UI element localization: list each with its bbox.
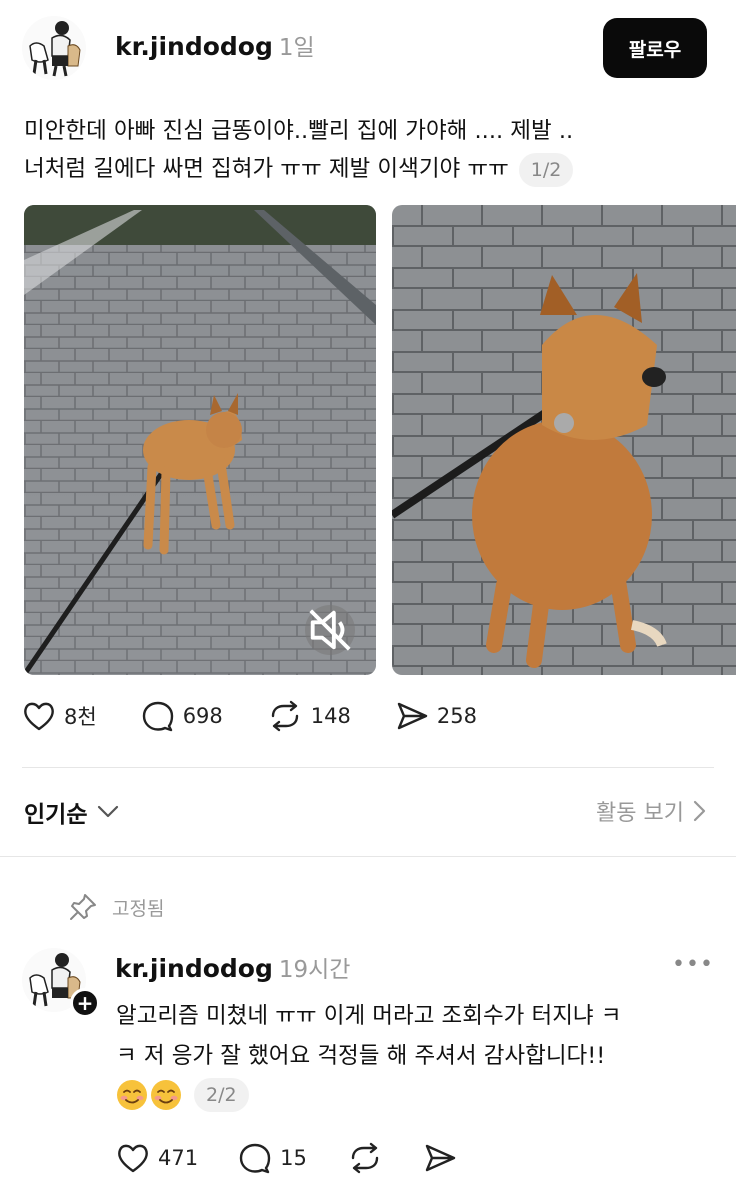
section-divider [0,856,736,857]
mute-icon [309,609,351,651]
smiling-face-emoji-icon [151,1080,181,1110]
page-counter: 1/2 [518,152,574,187]
reply-body: 알고리즘 미쳤네 ㅠㅠ 이게 머라고 조회수가 터지냐 ㅋ ㅋ 저 응가 잘 했… [116,996,716,1112]
divider [22,767,714,768]
heart-icon [118,1144,148,1173]
post-video-dog-walkway[interactable] [24,205,376,675]
reply-repost-button[interactable] [347,1142,383,1174]
post-text-line: 미안한데 아빠 진심 급똥이야..빨리 집에 가야해 .... 제발 .. [24,118,574,144]
post-image-dog-closeup[interactable] [392,205,736,675]
repost-icon [271,700,298,732]
repost-icon [351,1142,379,1174]
post-timestamp: 1일 [278,35,315,61]
activity-label: 활동 보기 [596,801,684,826]
post-text-line: 너처럼 길에다 싸면 집혀가 ㅠㅠ 제발 이색기야 ㅠㅠ 1/2 [24,150,714,188]
repost-count: 148 [310,704,351,728]
comment-button[interactable]: 698 [141,700,223,732]
reply-like-button[interactable]: 471 [116,1142,198,1174]
avatar-illustration-icon [22,16,86,80]
reply-like-count: 471 [158,1146,199,1170]
pin-icon [70,894,96,920]
reply-header: kr.jindodog 19시간 [115,950,350,984]
send-icon [397,702,428,730]
post-body: 미안한데 아빠 진심 급똥이야..빨리 집에 가야해 .... 제발 .. 너처… [24,112,714,188]
reply-avatar-group: + [22,948,102,1024]
reply-text-line: ㅋ 저 응가 잘 했어요 걱정들 해 주셔서 감사합니다!! [116,1043,606,1069]
like-count: 8천 [64,705,97,729]
comment-count: 698 [182,704,223,728]
share-count: 258 [436,704,477,728]
smiling-face-emoji-icon [117,1080,147,1110]
pinned-indicator: 고정됨 [68,892,164,922]
dog-closeup-image [392,205,736,675]
pinned-label: 고정됨 [112,897,165,920]
reply-username[interactable]: kr.jindodog [115,954,273,983]
reply-text-line: 알고리즘 미쳤네 ㅠㅠ 이게 머라고 조회수가 터지냐 ㅋ [116,1003,622,1029]
chevron-down-icon [98,805,119,818]
comment-icon [142,701,173,732]
post-actions: 8천 698 148 258 [22,700,521,732]
post-header: kr.jindodog 1일 [115,28,315,62]
follow-button[interactable]: 팔로우 [603,18,707,78]
send-icon [425,1144,456,1172]
chevron-right-icon [693,800,706,822]
mute-toggle-button[interactable] [305,605,355,655]
heart-icon [24,702,54,731]
sort-label: 인기순 [24,802,88,828]
author-avatar[interactable] [22,16,86,80]
post-text-line-content: 너처럼 길에다 싸면 집혀가 ㅠㅠ 제발 이색기야 ㅠㅠ [24,156,509,182]
post-username[interactable]: kr.jindodog [115,32,273,61]
share-button[interactable]: 258 [395,700,477,732]
comment-icon [239,1143,271,1174]
reply-timestamp: 19시간 [278,957,351,983]
reply-comment-button[interactable]: 15 [238,1142,307,1174]
page-counter: 2/2 [194,1078,249,1112]
reply-emoji-line: 2/2 [116,1078,716,1112]
reply-comment-count: 15 [280,1146,307,1170]
reply-share-button[interactable] [423,1142,457,1174]
sort-dropdown[interactable]: 인기순 [24,795,119,829]
repost-button[interactable]: 148 [267,700,351,732]
follow-plus-badge[interactable]: + [70,988,100,1018]
view-activity-link[interactable]: 활동 보기 [596,795,706,827]
more-options-button[interactable]: ••• [672,952,714,977]
reply-actions: 471 15 [116,1142,497,1174]
like-button[interactable]: 8천 [22,700,97,732]
